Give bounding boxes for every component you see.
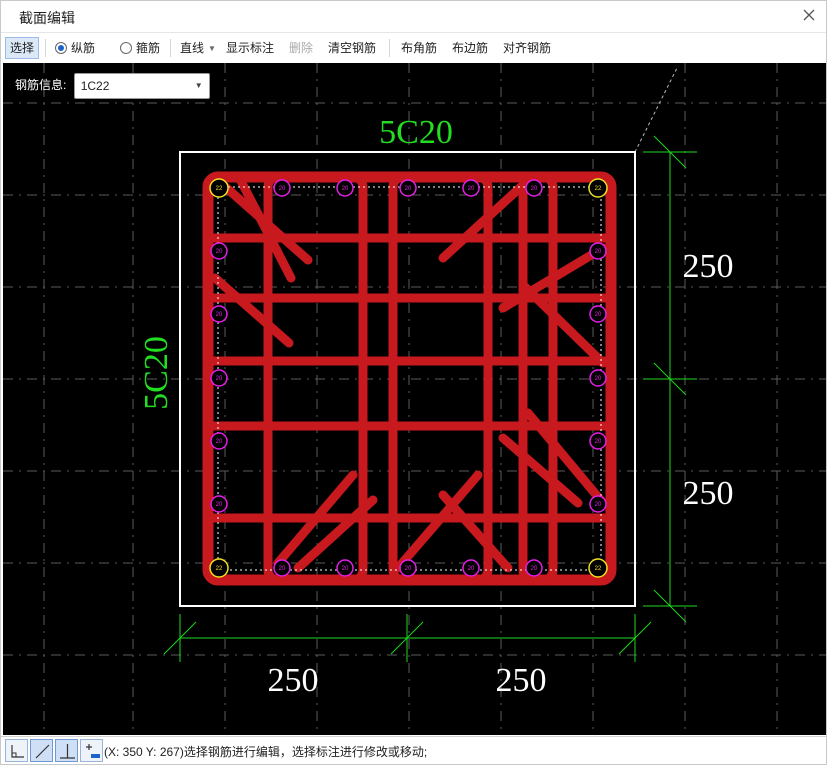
longitudinal-radio[interactable]: 纵筋 bbox=[55, 37, 95, 59]
status-text: (X: 350 Y: 267)选择钢筋进行编辑，选择标注进行修改或移动; bbox=[104, 745, 428, 759]
section-drawing[interactable]: 20 20 20 20 20 20 20 20 20 20 20 20 20 2… bbox=[3, 63, 826, 735]
top-rebar-label[interactable]: 5C20 bbox=[379, 114, 453, 151]
side-bar-text: 20 bbox=[342, 186, 349, 192]
line-mode-dropdown[interactable]: 直线 ▼ bbox=[180, 37, 216, 59]
select-button[interactable]: 选择 bbox=[5, 37, 40, 59]
side-bar-text: 20 bbox=[279, 566, 286, 572]
side-bar-text: 20 bbox=[531, 566, 538, 572]
toolbar-divider bbox=[45, 39, 46, 57]
side-bar-text: 20 bbox=[595, 502, 602, 508]
toolbar-divider bbox=[170, 39, 171, 57]
show-dimension-button[interactable]: 显示标注 bbox=[226, 37, 274, 59]
dim-right-lower[interactable]: 250 bbox=[683, 475, 734, 512]
side-bar-text: 20 bbox=[531, 186, 538, 192]
side-bar-text: 20 bbox=[342, 566, 349, 572]
drawing-canvas[interactable]: 20 20 20 20 20 20 20 20 20 20 20 20 20 2… bbox=[3, 63, 826, 735]
corner-bar-text: 22 bbox=[216, 186, 223, 192]
side-bar-text: 20 bbox=[468, 566, 475, 572]
add-point-icon[interactable] bbox=[80, 739, 103, 762]
rebar-info-label: 钢筋信息: bbox=[15, 78, 67, 92]
rebar-info: 钢筋信息: 1C22 ▼ bbox=[15, 73, 210, 99]
hook-line[interactable] bbox=[438, 490, 513, 573]
stirrup-radio[interactable]: 箍筋 bbox=[120, 37, 160, 59]
hook-line[interactable] bbox=[438, 180, 528, 263]
stirrup-label: 箍筋 bbox=[136, 41, 161, 55]
dim-bottom-left[interactable]: 250 bbox=[268, 662, 319, 699]
delete-button[interactable]: 删除 bbox=[289, 37, 313, 59]
corner-rebar-button[interactable]: 布角筋 bbox=[401, 37, 437, 59]
title-bar: 截面编辑 bbox=[1, 1, 826, 31]
toolbar: 选择 纵筋 箍筋 直线 ▼ 显示标注 删除 清空钢筋 布角筋 布边筋 对齐钢筋 bbox=[1, 32, 826, 62]
dim-bottom-right[interactable]: 250 bbox=[496, 662, 547, 699]
side-bar-text: 20 bbox=[595, 439, 602, 445]
side-bar-text: 20 bbox=[595, 249, 602, 255]
side-bar-text: 20 bbox=[279, 186, 286, 192]
line-tool-icon[interactable] bbox=[30, 739, 53, 762]
clear-rebar-button[interactable]: 清空钢筋 bbox=[328, 37, 376, 59]
left-rebar-label[interactable]: 5C20 bbox=[138, 336, 175, 410]
align-rebar-button[interactable]: 对齐钢筋 bbox=[503, 37, 551, 59]
side-bar-text: 20 bbox=[405, 566, 412, 572]
corner-bar-text: 22 bbox=[595, 566, 602, 572]
radio-checked-icon bbox=[55, 42, 67, 54]
corner-bar-text: 22 bbox=[595, 186, 602, 192]
radio-unchecked-icon bbox=[120, 42, 132, 54]
side-bar-text: 20 bbox=[216, 312, 223, 318]
corner-bar-text: 22 bbox=[216, 566, 223, 572]
dim-right-upper[interactable]: 250 bbox=[683, 248, 734, 285]
section-editor-window: 截面编辑 选择 纵筋 箍筋 直线 ▼ 显示标注 删除 清空钢筋 布角筋 布边筋 对… bbox=[0, 0, 827, 765]
rebar-info-select[interactable]: 1C22 ▼ bbox=[73, 73, 210, 99]
side-bar-text: 20 bbox=[468, 186, 475, 192]
side-bar-text: 20 bbox=[216, 249, 223, 255]
edge-rebar-button[interactable]: 布边筋 bbox=[452, 37, 488, 59]
side-bar-text: 20 bbox=[216, 376, 223, 382]
close-icon[interactable] bbox=[800, 6, 818, 24]
line-mode-label: 直线 bbox=[180, 41, 205, 55]
canvas-grid bbox=[3, 63, 826, 735]
perpendicular-icon[interactable] bbox=[55, 739, 78, 762]
window-title: 截面编辑 bbox=[19, 10, 75, 26]
side-bar-text: 20 bbox=[595, 376, 602, 382]
side-bar-text: 20 bbox=[595, 312, 602, 318]
side-bar-text: 20 bbox=[216, 439, 223, 445]
chevron-down-icon: ▼ bbox=[208, 44, 216, 53]
side-bar-text: 20 bbox=[405, 186, 412, 192]
ortho-snap-icon[interactable] bbox=[5, 739, 28, 762]
status-bar: (X: 350 Y: 267)选择钢筋进行编辑，选择标注进行修改或移动; bbox=[1, 736, 826, 764]
rebar-info-value: 1C22 bbox=[80, 79, 110, 93]
side-bar-text: 20 bbox=[216, 502, 223, 508]
toolbar-divider bbox=[389, 39, 390, 57]
chevron-down-icon: ▼ bbox=[194, 81, 203, 90]
longitudinal-label: 纵筋 bbox=[71, 41, 96, 55]
